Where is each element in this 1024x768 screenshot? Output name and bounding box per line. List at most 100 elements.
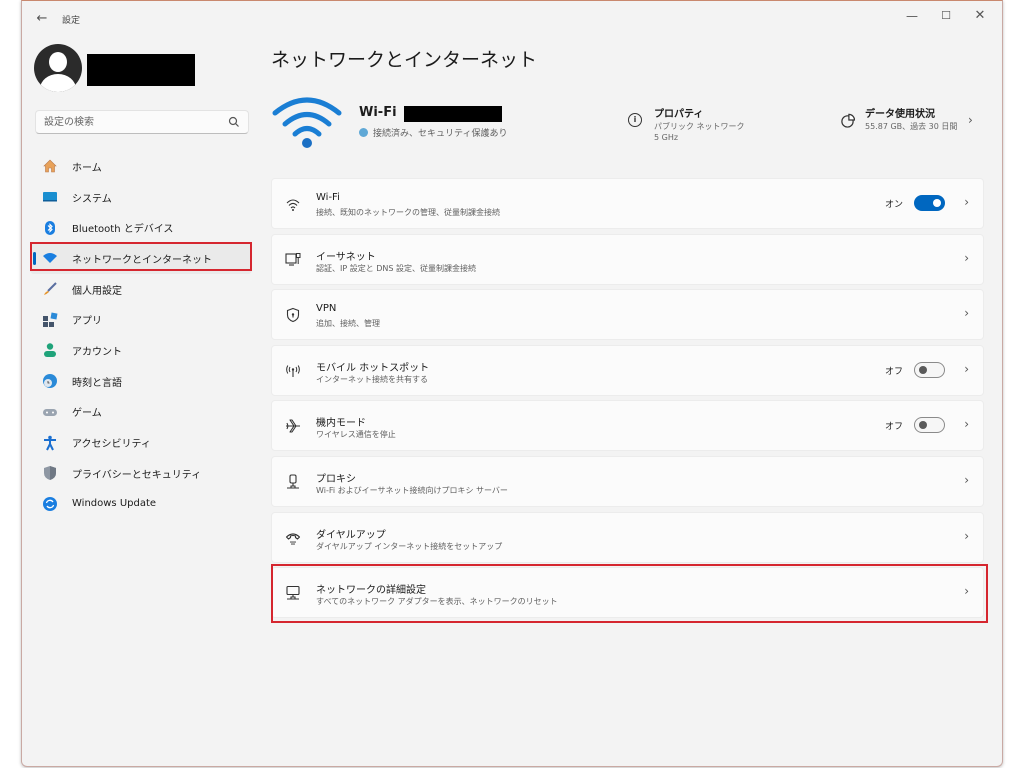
sidebar-item-label: アカウント bbox=[72, 346, 122, 358]
brush-icon bbox=[42, 281, 58, 297]
back-button[interactable]: ← bbox=[32, 9, 52, 29]
row-subtitle: すべてのネットワーク アダプターを表示、ネットワークのリセット bbox=[316, 597, 558, 607]
chevron-right-icon: › bbox=[964, 528, 969, 543]
sidebar-item-label: プライバシーとセキュリティ bbox=[72, 469, 202, 481]
ethernet-icon bbox=[285, 252, 301, 266]
search-input[interactable] bbox=[44, 114, 224, 130]
globe-icon bbox=[359, 128, 368, 137]
sidebar-item-privacy[interactable]: プライバシーとセキュリティ bbox=[30, 458, 252, 489]
settings-window: ← 設定 — ☐ ✕ ホーム システム Bluetooth とデバイス ネットワ… bbox=[21, 0, 1003, 767]
sidebar-item-system[interactable]: システム bbox=[30, 182, 252, 213]
home-icon bbox=[42, 158, 58, 174]
account-icon bbox=[42, 342, 58, 358]
sidebar-item-label: アクセシビリティ bbox=[72, 439, 151, 451]
sidebar-item-label: アプリ bbox=[72, 316, 102, 328]
row-advanced-network-settings[interactable]: ネットワークの詳細設定 すべてのネットワーク アダプターを表示、ネットワークのリ… bbox=[271, 567, 984, 619]
sidebar-item-label: Bluetooth とデバイス bbox=[72, 224, 174, 236]
search-icon[interactable] bbox=[228, 116, 240, 128]
sidebar-item-accessibility[interactable]: アクセシビリティ bbox=[30, 427, 252, 458]
airplane-mode-toggle[interactable] bbox=[914, 417, 945, 434]
sidebar-item-apps[interactable]: アプリ bbox=[30, 304, 252, 335]
row-vpn[interactable]: VPN 追加、接続、管理 › bbox=[271, 289, 984, 341]
chevron-right-icon: › bbox=[964, 195, 969, 209]
row-dial-up[interactable]: ダイヤルアップ ダイヤルアップ インターネット接続をセットアップ › bbox=[271, 511, 984, 563]
chevron-right-icon: › bbox=[964, 472, 969, 487]
network-profile-type: パブリック ネットワーク bbox=[654, 122, 745, 131]
sidebar-item-label: 時刻と言語 bbox=[72, 377, 122, 389]
row-title: ネットワークの詳細設定 bbox=[316, 585, 426, 597]
chevron-right-icon: › bbox=[968, 113, 973, 127]
row-wifi[interactable]: Wi-Fi 接続、既知のネットワークの管理、従量制課金接続 オン › bbox=[271, 178, 984, 229]
time-language-icon bbox=[42, 373, 58, 389]
data-usage-icon bbox=[841, 113, 855, 128]
row-title: Wi-Fi bbox=[316, 192, 340, 203]
chevron-right-icon: › bbox=[964, 417, 969, 432]
hotspot-icon bbox=[286, 365, 300, 377]
wifi-connection-name: Wi-Fi bbox=[359, 105, 397, 120]
info-icon: i bbox=[628, 113, 642, 127]
toggle-state-label: オフ bbox=[884, 366, 903, 377]
row-subtitle: Wi-Fi およびイーサネット接続向けプロキシ サーバー bbox=[316, 485, 508, 495]
network-adapter-icon bbox=[286, 586, 300, 600]
chevron-right-icon: › bbox=[964, 361, 969, 376]
sidebar-item-time-language[interactable]: 時刻と言語 bbox=[30, 366, 252, 397]
sidebar-item-label: Windows Update bbox=[72, 498, 157, 510]
row-subtitle: 追加、接続、管理 bbox=[316, 319, 380, 329]
row-title: プロキシ bbox=[316, 473, 356, 485]
row-title: 機内モード bbox=[316, 418, 366, 430]
data-usage-title: データ使用状況 bbox=[865, 109, 935, 120]
avatar[interactable] bbox=[34, 44, 82, 92]
page-title: ネットワークとインターネット bbox=[271, 49, 538, 71]
sidebar-item-personalization[interactable]: 個人用設定 bbox=[30, 274, 252, 305]
search-box[interactable] bbox=[35, 110, 249, 134]
data-usage-link[interactable]: データ使用状況 55.87 GB、過去 30 日間 › bbox=[840, 105, 980, 141]
row-subtitle: ダイヤルアップ インターネット接続をセットアップ bbox=[316, 541, 503, 551]
row-ethernet[interactable]: イーサネット 認証、IP 設定と DNS 設定、従量制課金接続 › bbox=[271, 233, 984, 285]
chevron-right-icon: › bbox=[964, 584, 969, 599]
sidebar-item-accounts[interactable]: アカウント bbox=[30, 335, 252, 366]
sidebar-item-label: ネットワークとインターネット bbox=[72, 254, 212, 266]
toggle-state-label: オフ bbox=[884, 422, 903, 433]
toggle-state-label: オン bbox=[884, 200, 903, 210]
row-proxy[interactable]: プロキシ Wi-Fi およびイーサネット接続向けプロキシ サーバー › bbox=[271, 455, 984, 507]
chevron-right-icon: › bbox=[964, 250, 969, 265]
accessibility-icon bbox=[42, 435, 58, 451]
sidebar-item-gaming[interactable]: ゲーム bbox=[30, 397, 252, 428]
row-subtitle: 認証、IP 設定と DNS 設定、従量制課金接続 bbox=[316, 263, 477, 273]
row-mobile-hotspot[interactable]: モバイル ホットスポット インターネット接続を共有する オフ › bbox=[271, 344, 984, 396]
row-title: モバイル ホットスポット bbox=[316, 362, 430, 374]
row-title: イーサネット bbox=[316, 251, 376, 263]
shield-icon bbox=[42, 465, 58, 481]
avatar-head bbox=[49, 52, 67, 72]
apps-icon bbox=[42, 312, 58, 328]
sidebar-item-windows-update[interactable]: Windows Update bbox=[30, 489, 252, 520]
chevron-right-icon: › bbox=[964, 306, 969, 321]
sidebar-item-label: ホーム bbox=[72, 162, 102, 174]
mobile-hotspot-toggle[interactable] bbox=[914, 361, 945, 378]
properties-title: プロパティ bbox=[654, 109, 704, 120]
title-bar: ← 設定 — ☐ ✕ bbox=[22, 1, 1002, 37]
sidebar-item-label: システム bbox=[72, 193, 112, 205]
wifi-icon bbox=[42, 250, 58, 266]
row-subtitle: 接続、既知のネットワークの管理、従量制課金接続 bbox=[316, 208, 500, 217]
close-button[interactable]: ✕ bbox=[964, 5, 996, 27]
minimize-button[interactable]: — bbox=[896, 5, 928, 27]
vpn-shield-icon bbox=[286, 308, 300, 323]
sidebar-item-home[interactable]: ホーム bbox=[30, 151, 252, 182]
system-icon bbox=[42, 189, 58, 205]
wifi-icon bbox=[286, 199, 300, 211]
sidebar-item-label: 個人用設定 bbox=[72, 285, 122, 297]
connection-status-text: 接続済み、セキュリティ保護あり bbox=[373, 129, 508, 139]
row-airplane-mode[interactable]: 機内モード ワイヤレス通信を停止 オフ › bbox=[271, 400, 984, 452]
wifi-toggle[interactable] bbox=[914, 195, 945, 211]
sidebar-item-network[interactable]: ネットワークとインターネット bbox=[30, 243, 252, 274]
bluetooth-icon bbox=[42, 220, 58, 236]
row-title: VPN bbox=[316, 303, 337, 315]
network-band: 5 GHz bbox=[654, 133, 679, 142]
dial-up-phone-icon bbox=[285, 533, 301, 545]
sidebar-item-bluetooth[interactable]: Bluetooth とデバイス bbox=[30, 212, 252, 243]
maximize-button[interactable]: ☐ bbox=[930, 5, 962, 27]
row-subtitle: インターネット接続を共有する bbox=[316, 374, 428, 384]
proxy-icon bbox=[287, 474, 299, 489]
app-title: 設定 bbox=[62, 16, 81, 26]
